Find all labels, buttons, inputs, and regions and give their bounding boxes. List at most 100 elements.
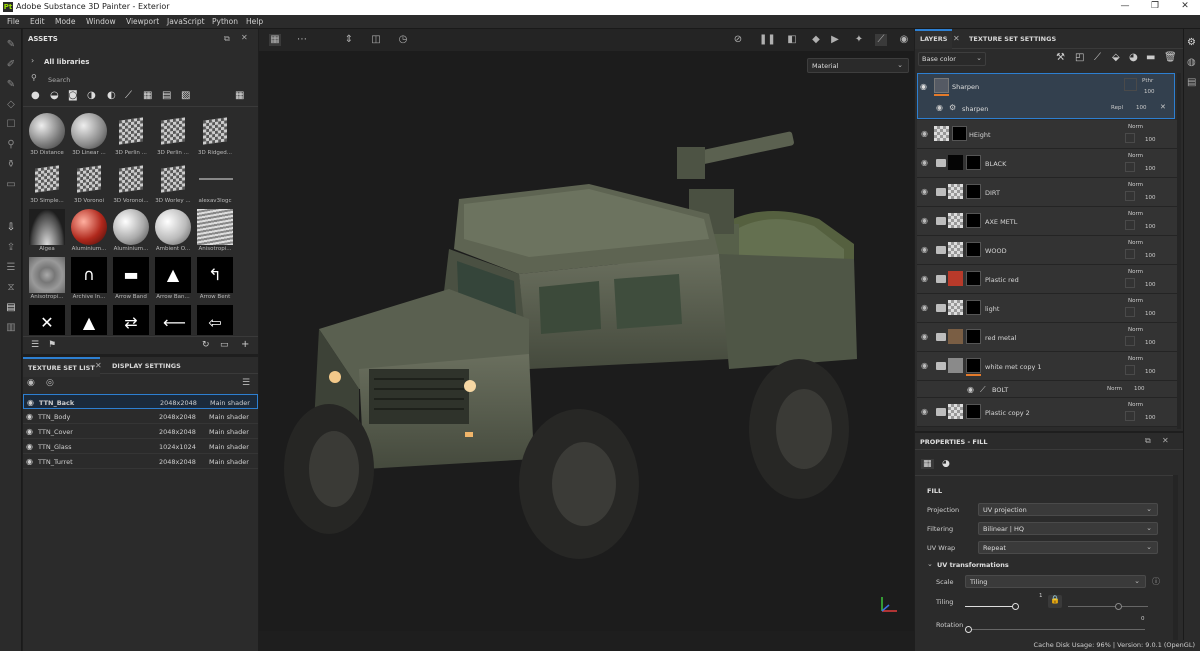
layer-row[interactable]: ◉ light Norm 100 — [917, 294, 1177, 323]
settings-gear-icon[interactable]: ⚙ — [1187, 37, 1196, 48]
eye-icon[interactable]: ◉ — [921, 333, 931, 341]
undock-icon[interactable]: ⧉ — [224, 34, 230, 44]
layer-row[interactable]: ◉ AXE METL Norm 100 — [917, 207, 1177, 236]
opacity-value[interactable]: 100 — [1145, 253, 1156, 259]
undock-icon[interactable]: ⧉ — [1145, 436, 1151, 446]
vehicle-3d-model[interactable] — [259, 29, 914, 631]
menu-help[interactable]: Help — [246, 17, 263, 26]
asset-thumbnail[interactable] — [71, 209, 107, 245]
layer-row-selected[interactable]: ◉ Sharpen Pthr 100 ◉ ⚙ sharpen Repl 100 … — [917, 73, 1175, 119]
texture-set-row[interactable]: ◉ TTN_Cover 2048x2048 Main shader — [23, 424, 258, 439]
folder-icon[interactable] — [936, 408, 946, 416]
eye-icon[interactable]: ◉ — [921, 246, 931, 254]
layer-row[interactable]: ◉ BLACK Norm 100 — [917, 149, 1177, 178]
asset-thumbnail[interactable] — [71, 161, 107, 197]
filter-particles-icon[interactable]: ▦ — [143, 90, 152, 101]
projection-select[interactable]: UV projection ⌄ — [978, 503, 1158, 516]
texture-set-row[interactable]: ◉ TTN_Body 2048x2048 Main shader — [23, 409, 258, 424]
asset-thumbnail[interactable]: ⇦ — [197, 305, 233, 335]
asset-thumbnail[interactable]: ▬ — [113, 257, 149, 293]
layer-name[interactable]: light — [985, 305, 999, 313]
layer-name[interactable]: WOOD — [985, 247, 1007, 255]
asset-thumbnail[interactable]: ▲ — [155, 257, 191, 293]
layer-row[interactable]: ◉ WOOD Norm 100 — [917, 236, 1177, 265]
layer-name[interactable]: Sharpen — [952, 83, 979, 91]
view-mode-icon[interactable]: ◧ — [786, 34, 798, 46]
rotation-slider-track[interactable] — [965, 629, 1145, 630]
grid-view-icon[interactable]: ▦ — [235, 90, 244, 101]
grid-snap-icon[interactable]: ▦ — [269, 34, 281, 46]
opacity-value[interactable]: 100 — [1145, 282, 1156, 288]
opacity-value[interactable]: 100 — [1145, 415, 1156, 421]
opacity-value[interactable]: 100 — [1145, 166, 1156, 172]
eye-icon[interactable]: ◉ — [921, 130, 931, 138]
add-effect-icon[interactable]: ⚒ — [1056, 52, 1065, 63]
filter-tools-icon[interactable]: ▤ — [162, 90, 171, 101]
opacity-value[interactable]: 100 — [1145, 340, 1156, 346]
maximize-button[interactable]: ❐ — [1140, 1, 1170, 14]
smudge-icon[interactable]: ☐ — [5, 119, 17, 131]
eye-icon[interactable]: ◉ — [921, 217, 931, 225]
settings-icon[interactable]: ☰ — [5, 262, 17, 274]
asset-thumbnail[interactable] — [71, 113, 107, 149]
close-layers-tab-icon[interactable]: ✕ — [953, 34, 960, 43]
tab-texture-set-list[interactable]: TEXTURE SET LIST — [23, 357, 100, 377]
mask-slot[interactable] — [1125, 365, 1135, 375]
filter-opacity[interactable]: 100 — [1136, 105, 1147, 111]
screenshot-icon[interactable]: ◉ — [898, 34, 910, 46]
mask-slot[interactable] — [1125, 191, 1135, 201]
bake-icon[interactable]: ⇩ — [5, 222, 17, 234]
layer-effect-row[interactable]: ◉ ⟋ BOLT Norm 100 — [917, 381, 1177, 398]
layer-row[interactable]: ◉ Plastic red Norm 100 — [917, 265, 1177, 294]
mask-slot[interactable] — [1124, 78, 1137, 91]
asset-thumbnail[interactable] — [155, 209, 191, 245]
eye-icon[interactable]: ◉ — [921, 304, 931, 312]
eraser-icon[interactable]: ✐ — [5, 59, 17, 71]
tiling-v-slider-handle[interactable] — [1115, 603, 1122, 610]
asset-thumbnail[interactable] — [197, 113, 233, 149]
blend-mode[interactable]: Norm — [1128, 327, 1143, 333]
asset-thumbnail[interactable]: ∩ — [71, 257, 107, 293]
mask-slot[interactable] — [1125, 307, 1135, 317]
eye-icon[interactable]: ◎ — [46, 378, 54, 388]
asset-thumbnail[interactable] — [29, 161, 65, 197]
camera-icon[interactable]: ▶ — [829, 34, 841, 46]
eye-icon[interactable]: ◉ — [921, 188, 931, 196]
blend-mode[interactable]: Norm — [1128, 298, 1143, 304]
options-menu-icon[interactable]: ☰ — [242, 378, 250, 388]
tab-layers[interactable]: LAYERS — [915, 29, 953, 49]
add-fill-layer-icon[interactable]: ⬙ — [1112, 52, 1120, 63]
menu-window[interactable]: Window — [86, 17, 116, 26]
asset-thumbnail[interactable]: ⇄ — [113, 305, 149, 335]
menu-edit[interactable]: Edit — [30, 17, 45, 26]
mask-slot[interactable] — [1125, 133, 1135, 143]
scale-select[interactable]: Tiling ⌄ — [965, 575, 1146, 588]
asset-thumbnail[interactable] — [29, 257, 65, 293]
asset-thumbnail[interactable] — [113, 113, 149, 149]
mask-slot[interactable] — [1125, 162, 1135, 172]
layer-name[interactable]: white met copy 1 — [985, 363, 1042, 371]
tiling-value[interactable]: 1 — [1039, 593, 1043, 599]
tiling-v-slider-track[interactable] — [1068, 606, 1148, 607]
delete-layer-icon[interactable]: 🗑 — [1164, 52, 1177, 63]
close-panel-icon[interactable]: ✕ — [241, 33, 248, 42]
properties-scrollbar[interactable] — [1173, 475, 1178, 640]
minimize-button[interactable]: — — [1110, 1, 1140, 14]
opacity-value[interactable]: 100 — [1145, 311, 1156, 317]
layer-name[interactable]: Plastic red — [985, 276, 1019, 284]
filter-brushes-icon[interactable]: ⟋ — [125, 90, 132, 101]
layer-name[interactable]: red metal — [985, 334, 1016, 342]
eye-icon[interactable]: ◉ — [921, 362, 931, 370]
blend-mode[interactable]: Norm — [1128, 124, 1143, 130]
clone-icon[interactable]: ⚲ — [5, 139, 17, 151]
history-clock-icon[interactable]: ◷ — [397, 34, 409, 46]
folder-icon[interactable] — [936, 217, 946, 225]
display-mode-select[interactable]: Material ⌄ — [807, 58, 909, 73]
refresh-icon[interactable]: ↻ — [202, 340, 210, 350]
pause-icon[interactable]: ❚❚ — [759, 34, 776, 46]
eye-icon[interactable]: ◉ — [921, 275, 931, 283]
layer-row[interactable]: ◉ Plastic copy 2 Norm 100 — [917, 398, 1177, 427]
filter-environments-icon[interactable]: ◑ — [87, 90, 96, 101]
eye-icon[interactable]: ◉ — [26, 442, 33, 451]
filter-images-icon[interactable]: ▨ — [181, 90, 190, 101]
